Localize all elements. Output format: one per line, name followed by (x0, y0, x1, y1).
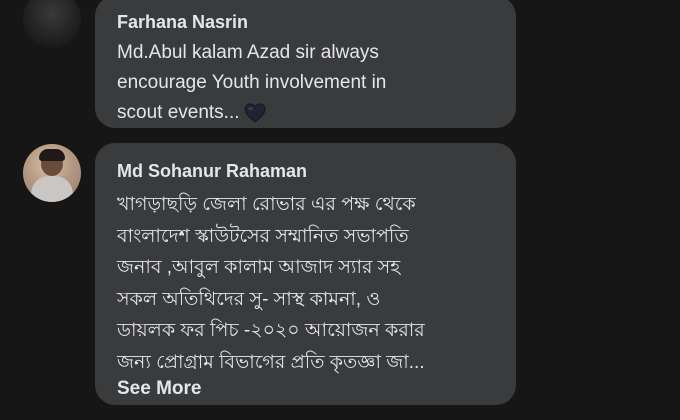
comment-text: খাগড়াছড়ি জেলা রোভার এর পক্ষ থেকে বাংলা… (117, 189, 500, 378)
comment-text: Md.Abul kalam Azad sir always encourage … (117, 38, 500, 128)
comment-line: ডায়লক ফর পিচ -২০২০ আয়োজন করার (117, 320, 425, 341)
comment-line: সকল অতিথিদের সু- সাস্থ কামনা, ও (117, 288, 381, 310)
comment-author[interactable]: Farhana Nasrin (117, 10, 500, 34)
comment-line: জনাব ,আবুল কালাম আজাদ স্যার সহ (117, 257, 401, 278)
comment-bubble: Md Sohanur Rahaman খাগড়াছড়ি জেলা রোভার… (95, 143, 516, 405)
comment-line: বাংলাদেশ স্কাউটসের সম্মানিত সভাপতি (117, 225, 409, 247)
avatar[interactable] (23, 144, 81, 202)
comment-line: খাগড়াছড়ি জেলা রোভার এর পক্ষ থেকে (117, 194, 416, 215)
comment-line: encourage Youth involvement in (117, 72, 387, 93)
see-more-link[interactable]: See More (117, 378, 500, 400)
black-heart-icon (244, 103, 265, 123)
comment-line: Md.Abul kalam Azad sir always (117, 42, 379, 63)
comment-bubble: Farhana Nasrin Md.Abul kalam Azad sir al… (95, 0, 516, 128)
avatar[interactable] (23, 0, 81, 48)
comment-line: scout events... (117, 102, 240, 123)
comment-author[interactable]: Md Sohanur Rahaman (117, 159, 500, 183)
comment-line: জন্য প্রোগ্রাম বিভাগের প্রতি কৃতজ্ঞা জা.… (117, 351, 425, 373)
